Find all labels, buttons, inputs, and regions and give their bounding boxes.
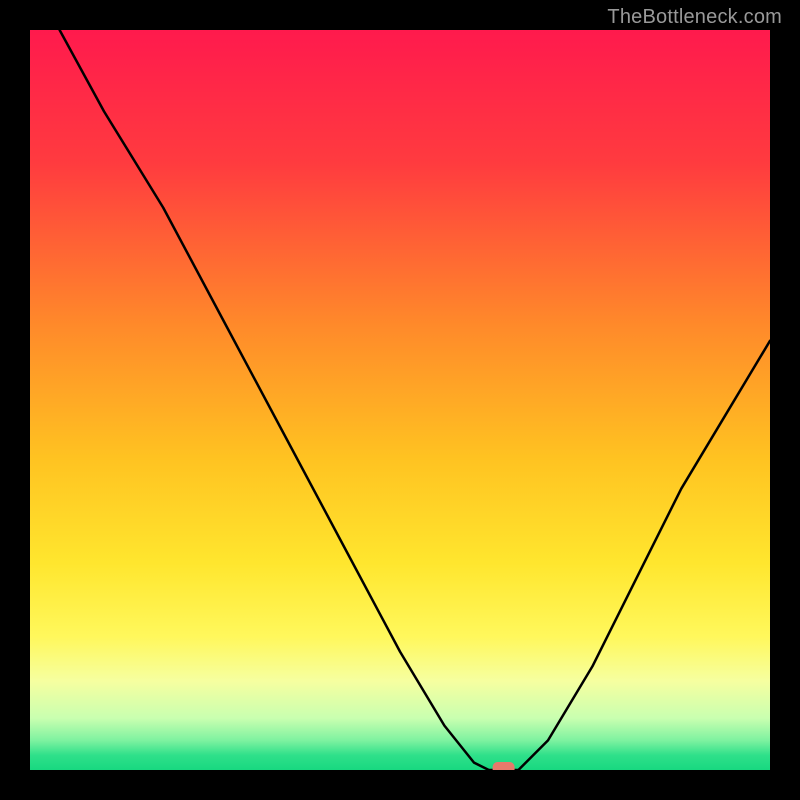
attribution-text: TheBottleneck.com bbox=[607, 6, 782, 29]
plot-area bbox=[30, 30, 770, 770]
gradient-background bbox=[30, 30, 770, 770]
optimal-marker bbox=[493, 762, 515, 770]
chart-container: TheBottleneck.com bbox=[0, 0, 800, 800]
